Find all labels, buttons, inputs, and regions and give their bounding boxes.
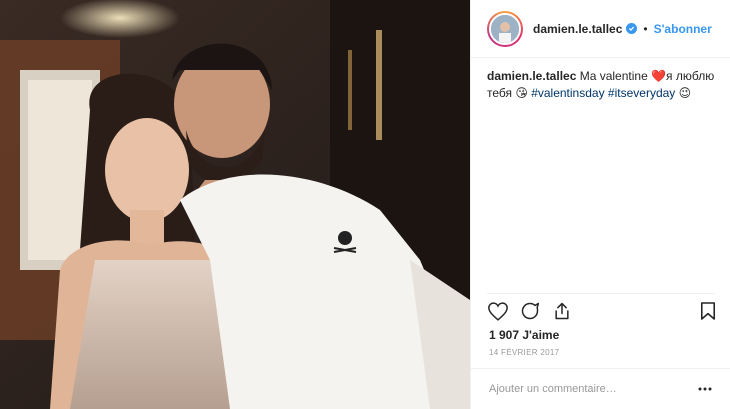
couple-photo-illustration [0,0,470,409]
author-avatar[interactable] [487,10,523,47]
author-username[interactable]: damien.le.tallec [533,22,622,36]
comment-icon[interactable] [519,300,541,322]
post-header: damien.le.tallec • S'abonner [471,0,730,58]
hashtag-valentinsday[interactable]: #valentinsday [531,86,604,100]
separator-dot: • [643,21,648,36]
likes-count[interactable]: 1 907 J'aime [489,328,559,342]
follow-button[interactable]: S'abonner [654,22,712,36]
hashtag-itseveryday[interactable]: #itseveryday [608,86,675,100]
comment-input[interactable] [489,383,697,395]
post-side-panel: damien.le.tallec • S'abonner damien.le.t… [470,0,730,409]
heart-icon[interactable] [487,300,509,322]
caption-trailing-emoji: 😉 [675,86,692,100]
post-date: 14 FÉVRIER 2017 [489,348,560,357]
post-photo[interactable] [0,0,470,409]
post-caption: damien.le.tallec Ma valentine ❤️я люблю … [487,68,719,102]
comment-bar [471,368,730,409]
action-bar [487,300,719,322]
share-icon[interactable] [551,300,573,322]
actions-divider [487,293,715,294]
caption-username[interactable]: damien.le.tallec [487,69,576,83]
verified-badge-icon [626,23,638,34]
more-dots-icon[interactable] [697,381,713,397]
bookmark-icon[interactable] [697,300,719,322]
avatar-image [489,12,521,45]
